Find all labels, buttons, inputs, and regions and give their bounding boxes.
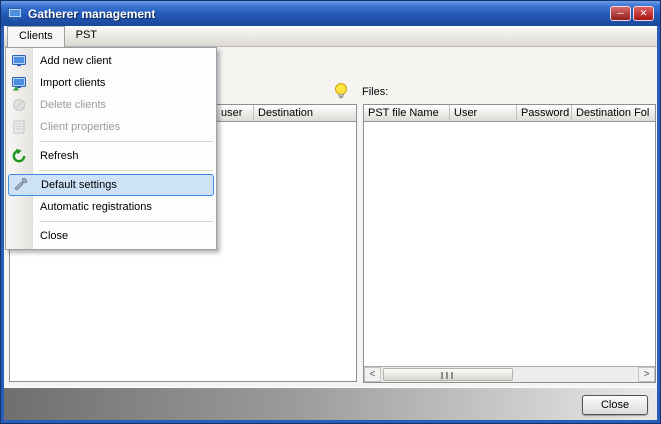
menu-separator [6, 218, 216, 225]
menu-item-default-settings[interactable]: Default settings [8, 174, 214, 196]
files-horizontal-scrollbar[interactable]: < > [364, 366, 655, 382]
menu-item-automatic-registrations[interactable]: Automatic registrations [6, 196, 216, 218]
menu-item-client-properties: Client properties [6, 116, 216, 138]
files-column-user[interactable]: User [450, 105, 517, 122]
clients-column-user[interactable]: user [217, 105, 254, 122]
menubar-item-pst[interactable]: PST [65, 26, 108, 47]
app-icon [7, 6, 23, 22]
files-table-panel: PST file Name User Password Destination … [363, 104, 656, 383]
minimize-button[interactable]: ─ [610, 6, 631, 21]
menu-item-refresh[interactable]: Refresh [6, 145, 216, 167]
menu-item-label: Add new client [40, 50, 112, 72]
gatherer-management-window: Gatherer management ─ ✕ Clients PST File… [0, 0, 661, 424]
menu-separator [6, 138, 216, 145]
window-body: Clients PST Files: user Destination PST … [4, 26, 657, 420]
menu-item-delete-clients: Delete clients [6, 94, 216, 116]
menubar-item-clients[interactable]: Clients [7, 26, 65, 47]
menu-item-label: Default settings [41, 175, 117, 195]
titlebar[interactable]: Gatherer management ─ ✕ [1, 1, 660, 26]
menu-item-close[interactable]: Close [6, 225, 216, 247]
footer-bar: Close [4, 387, 657, 420]
scroll-right-button[interactable]: > [638, 367, 655, 382]
wrench-icon [12, 177, 28, 193]
files-column-password[interactable]: Password [517, 105, 572, 122]
menu-item-label: Delete clients [40, 94, 106, 116]
menu-item-label: Refresh [40, 145, 79, 167]
menu-item-label: Automatic registrations [40, 196, 152, 218]
clients-column-destination[interactable]: Destination [254, 105, 356, 122]
menu-item-label: Import clients [40, 72, 105, 94]
files-table-header: PST file Name User Password Destination … [364, 105, 655, 122]
menu-item-import-clients[interactable]: Import clients [6, 72, 216, 94]
refresh-icon [11, 148, 27, 164]
delete-clients-icon [11, 97, 27, 113]
lightbulb-icon [333, 82, 349, 101]
menu-item-label: Close [40, 225, 68, 247]
files-label: Files: [362, 86, 388, 98]
menu-item-label: Client properties [40, 116, 120, 138]
menubar: Clients PST [4, 26, 657, 47]
close-window-button[interactable]: ✕ [633, 6, 654, 21]
window-title: Gatherer management [28, 7, 610, 21]
scrollbar-grip-icon [441, 372, 455, 379]
client-properties-icon [11, 119, 27, 135]
scroll-left-button[interactable]: < [364, 367, 381, 382]
menu-item-add-new-client[interactable]: Add new client [6, 50, 216, 72]
add-client-icon [11, 53, 27, 69]
files-column-pst-file-name[interactable]: PST file Name [364, 105, 450, 122]
menu-separator [6, 167, 216, 174]
files-column-destination-folder[interactable]: Destination Fol [572, 105, 655, 122]
scrollbar-thumb[interactable] [383, 368, 513, 381]
clients-menu-dropdown: Add new client Import clients Delete cli… [5, 47, 217, 250]
import-clients-icon [11, 75, 27, 91]
close-button[interactable]: Close [582, 395, 648, 415]
